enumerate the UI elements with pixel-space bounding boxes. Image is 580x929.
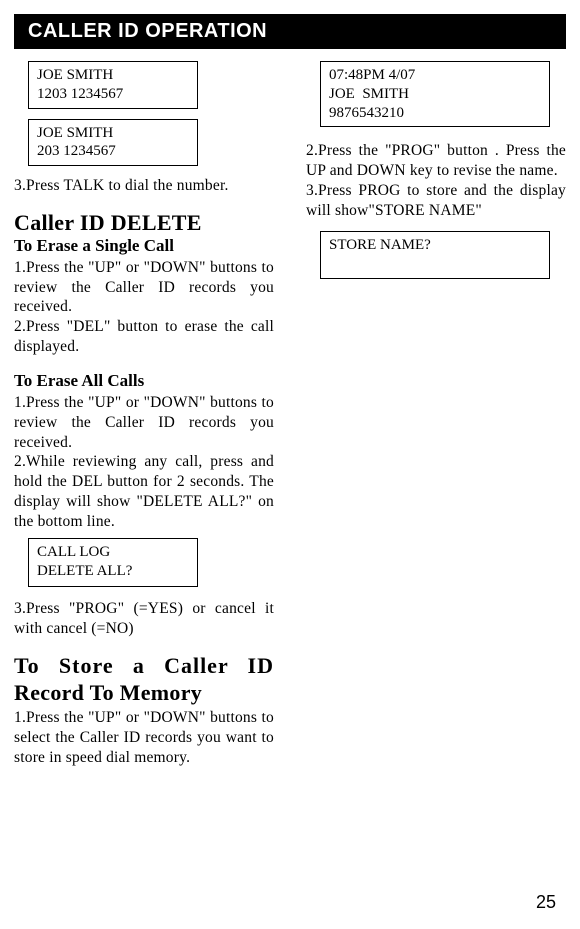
instruction-body: 1.Press the "UP" or "DOWN" buttons to re…: [14, 258, 274, 357]
lcd-line: 203 1234567: [37, 142, 189, 161]
lcd-line: [329, 254, 541, 273]
page-header: CALLER ID OPERATION: [14, 14, 566, 49]
section-title-store: To Store a Caller ID Record To Memory: [14, 652, 274, 706]
lcd-display-box-4: 07:48PM 4/07 JOE SMITH 9876543210: [320, 61, 550, 127]
lcd-line: 1203 1234567: [37, 85, 189, 104]
lcd-line: CALL LOG: [37, 543, 189, 563]
lcd-line: DELETE ALL?: [37, 562, 189, 582]
lcd-display-box-3: CALL LOG DELETE ALL?: [28, 538, 198, 587]
left-column: JOE SMITH 1203 1234567 JOE SMITH 203 123…: [14, 61, 274, 781]
subsection-erase-all: To Erase All Calls: [14, 371, 274, 391]
lcd-line: JOE SMITH: [37, 124, 189, 143]
section-title-store-line1: To Store a Caller ID: [14, 652, 274, 680]
lcd-line: JOE SMITH: [37, 66, 189, 85]
section-title-delete: Caller ID DELETE: [14, 210, 274, 236]
lcd-display-box-1: JOE SMITH 1203 1234567: [28, 61, 198, 109]
page-number: 25: [536, 892, 556, 913]
instruction-body: 2.Press the "PROG" button . Press the UP…: [306, 141, 566, 220]
lcd-line: STORE NAME?: [329, 236, 541, 255]
instruction-body: 1.Press the "UP" or "DOWN" buttons to se…: [14, 708, 274, 767]
subsection-erase-single: To Erase a Single Call: [14, 236, 274, 256]
instruction-step: 3.Press "PROG" (=YES) or cancel it with …: [14, 599, 274, 639]
right-column: 07:48PM 4/07 JOE SMITH 9876543210 2.Pres…: [306, 61, 566, 781]
instruction-step: 3.Press TALK to dial the number.: [14, 176, 274, 196]
lcd-line: JOE SMITH: [329, 85, 541, 104]
lcd-line: 07:48PM 4/07: [329, 66, 541, 85]
two-column-layout: JOE SMITH 1203 1234567 JOE SMITH 203 123…: [0, 61, 580, 781]
instruction-body: 1.Press the "UP" or "DOWN" buttons to re…: [14, 393, 274, 532]
lcd-display-box-2: JOE SMITH 203 1234567: [28, 119, 198, 167]
lcd-line: 9876543210: [329, 104, 541, 123]
section-title-store-line2: Record To Memory: [14, 680, 274, 706]
lcd-display-box-5: STORE NAME?: [320, 231, 550, 279]
